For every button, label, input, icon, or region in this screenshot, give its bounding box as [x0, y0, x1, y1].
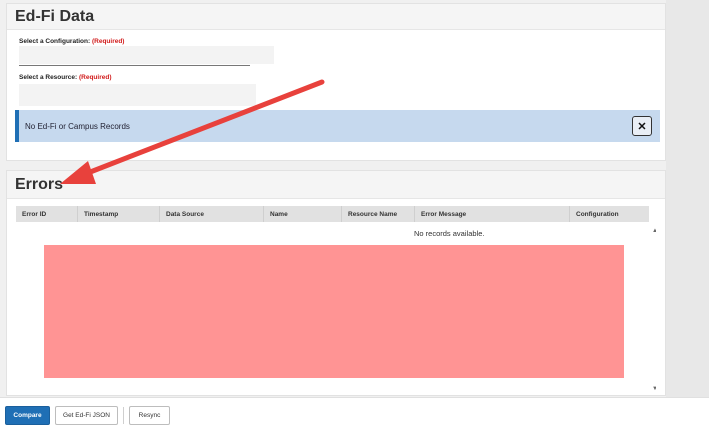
get-edfi-json-button[interactable]: Get Ed-Fi JSON [55, 406, 118, 425]
footer-divider [123, 407, 124, 424]
configuration-label-text: Select a Configuration: [19, 38, 91, 45]
configuration-select[interactable] [19, 46, 274, 64]
column-resource-name[interactable]: Resource Name [342, 206, 415, 222]
scroll-down-arrow-icon[interactable]: ▼ [652, 386, 656, 392]
errors-panel: Errors Error ID Timestamp Data Source Na… [6, 170, 666, 396]
resource-required: (Required) [78, 74, 112, 81]
scroll-up-arrow-icon[interactable]: ▲ [652, 228, 656, 234]
column-data-source[interactable]: Data Source [160, 206, 264, 222]
alert-message: No Ed-Fi or Campus Records [25, 121, 130, 131]
column-error-message[interactable]: Error Message [415, 206, 570, 222]
alert-close-button[interactable]: ✕ [632, 116, 652, 136]
configuration-required: (Required) [91, 38, 125, 45]
configuration-label: Select a Configuration: (Required) [19, 38, 124, 45]
resource-label: Select a Resource: (Required) [19, 74, 111, 81]
column-error-id[interactable]: Error ID [16, 206, 78, 222]
column-configuration[interactable]: Configuration [570, 206, 649, 222]
empty-grid-message: No records available. [414, 229, 485, 238]
edfi-data-panel: Ed-Fi Data Select a Configuration: (Requ… [6, 3, 666, 161]
grid-vertical-scrollbar[interactable] [649, 222, 656, 394]
errors-grid-header: Error ID Timestamp Data Source Name Reso… [16, 206, 649, 222]
resync-button[interactable]: Resync [129, 406, 170, 425]
edfi-data-header: Ed-Fi Data [7, 4, 665, 30]
redacted-region [44, 245, 624, 378]
column-name[interactable]: Name [264, 206, 342, 222]
right-gutter [666, 0, 709, 430]
action-bar: Compare Get Ed-Fi JSON Resync [0, 397, 709, 431]
column-timestamp[interactable]: Timestamp [78, 206, 160, 222]
compare-button[interactable]: Compare [5, 406, 50, 425]
resource-select[interactable] [19, 84, 256, 106]
edfi-data-title: Ed-Fi Data [15, 7, 95, 25]
errors-header: Errors [7, 171, 665, 199]
errors-grid: Error ID Timestamp Data Source Name Reso… [16, 206, 656, 394]
no-records-alert: No Ed-Fi or Campus Records ✕ [15, 110, 660, 142]
errors-title: Errors [15, 175, 64, 193]
configuration-select-underline [19, 65, 250, 66]
close-icon: ✕ [637, 120, 647, 133]
resource-label-text: Select a Resource: [19, 74, 78, 81]
